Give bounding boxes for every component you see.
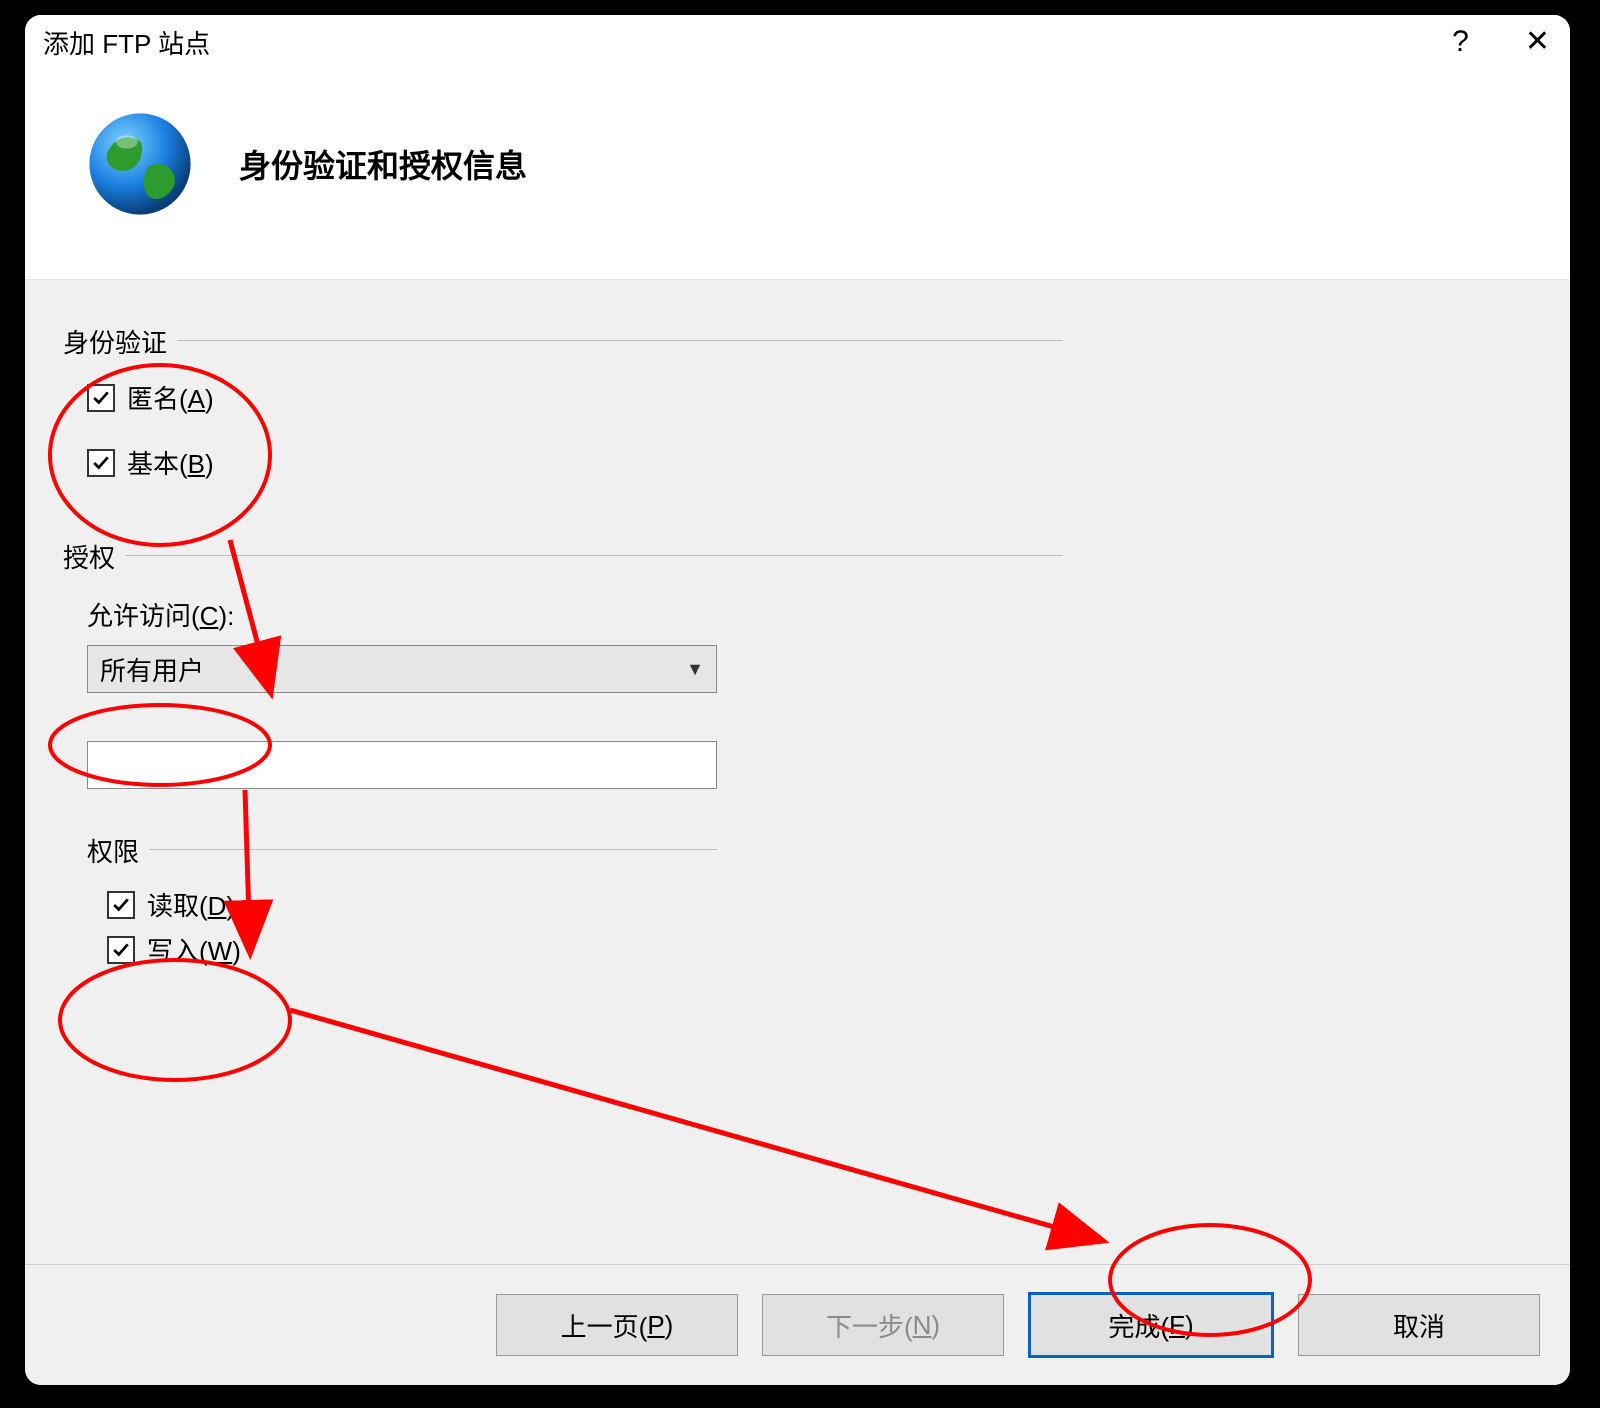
checkbox-anonymous[interactable]: 匿名(A) xyxy=(87,379,1047,416)
legend-permissions: 权限 xyxy=(87,832,149,869)
wizard-footer: 上一页(P) 下一步(N) 完成(F) 取消 xyxy=(25,1264,1570,1385)
fieldset-permissions: 权限 读取(D) 写入(W) xyxy=(87,849,717,968)
dialog-add-ftp-site: 添加 FTP 站点 ? ✕ xyxy=(25,15,1570,1385)
checkbox-basic-box[interactable] xyxy=(87,449,115,477)
help-icon[interactable]: ? xyxy=(1452,27,1469,57)
checkbox-basic[interactable]: 基本(B) xyxy=(87,444,1047,481)
title-bar: 添加 FTP 站点 ? ✕ xyxy=(25,15,1570,69)
checkbox-read-box[interactable] xyxy=(107,891,135,919)
checkbox-read-label: 读取(D) xyxy=(147,886,235,923)
checkbox-anonymous-box[interactable] xyxy=(87,384,115,412)
checkbox-write-box[interactable] xyxy=(107,936,135,964)
cancel-button[interactable]: 取消 xyxy=(1298,1294,1540,1356)
fieldset-authorization: 授权 允许访问(C): 所有用户 ▼ 权限 xyxy=(63,555,1063,1008)
previous-button[interactable]: 上一页(P) xyxy=(496,1294,738,1356)
checkbox-anonymous-label: 匿名(A) xyxy=(127,379,214,416)
globe-icon xyxy=(85,109,195,219)
checkbox-basic-label: 基本(B) xyxy=(127,444,214,481)
legend-authorization: 授权 xyxy=(63,538,125,575)
legend-authentication: 身份验证 xyxy=(63,323,177,360)
allow-access-textbox[interactable] xyxy=(87,741,717,789)
wizard-header: 身份验证和授权信息 xyxy=(25,69,1570,279)
allow-access-label: 允许访问(C): xyxy=(87,596,1047,633)
close-icon[interactable]: ✕ xyxy=(1525,27,1550,57)
finish-button[interactable]: 完成(F) xyxy=(1028,1292,1274,1358)
wizard-body: 身份验证 匿名(A) 基本(B) xyxy=(25,279,1570,1369)
next-button: 下一步(N) xyxy=(762,1294,1004,1356)
page-title: 身份验证和授权信息 xyxy=(239,141,527,187)
checkbox-write[interactable]: 写入(W) xyxy=(107,931,717,968)
checkbox-read[interactable]: 读取(D) xyxy=(107,886,717,923)
allow-access-select[interactable]: 所有用户 ▼ xyxy=(87,645,717,693)
allow-access-select-value: 所有用户 xyxy=(100,651,204,688)
checkbox-write-label: 写入(W) xyxy=(147,931,241,968)
fieldset-authentication: 身份验证 匿名(A) 基本(B) xyxy=(63,340,1063,515)
window-title: 添加 FTP 站点 xyxy=(43,24,210,61)
chevron-down-icon: ▼ xyxy=(686,659,704,680)
